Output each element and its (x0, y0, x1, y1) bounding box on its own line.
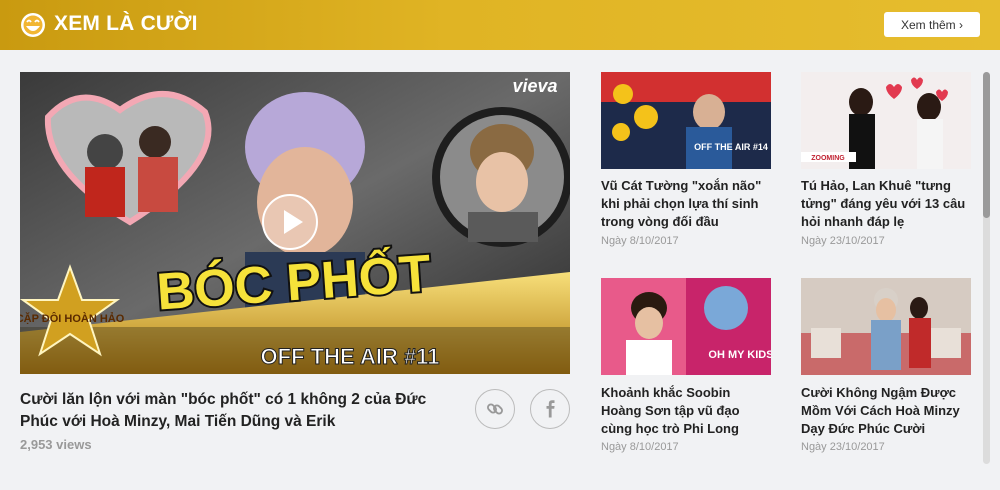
video-title-2[interactable]: Tú Hảo, Lan Khuê "tưng tửng" đáng yêu vớ… (801, 177, 973, 231)
thumb-caption-1: OFF THE AIR #14 (694, 142, 768, 152)
thumb-caption-3: OH MY KIDS (708, 349, 771, 361)
video-date-2: Ngày 23/10/2017 (801, 235, 885, 247)
video-thumbnail-1[interactable]: OFF THE AIR #14 (601, 72, 771, 169)
video-title-3[interactable]: Khoảnh khắc Soobin Hoàng Sơn tập vũ đạo … (601, 384, 773, 438)
facebook-icon (546, 400, 555, 418)
video-date-1: Ngày 8/10/2017 (601, 235, 679, 247)
video-date-4: Ngày 23/10/2017 (801, 441, 885, 453)
section-header: XEM LÀ CƯỜI Xem thêm › (0, 0, 1000, 50)
featured-video-thumbnail[interactable]: BÓC PHỐT OFF THE AIR #11 vieva CẶP ĐÔI H… (20, 72, 570, 374)
video-title-1[interactable]: Vũ Cát Tường "xoắn não" khi phải chọn lự… (601, 177, 773, 231)
share-facebook-button[interactable] (530, 389, 570, 429)
section-title: XEM LÀ CƯỜI (54, 12, 198, 35)
video-thumbnail-2[interactable]: ZOOMING (801, 72, 971, 169)
thumb-brand: vieva (512, 76, 557, 96)
thumb-caption-2: ZOOMING (811, 155, 845, 162)
laughing-face-icon (21, 13, 45, 37)
scrollbar-track[interactable] (983, 72, 990, 464)
video-title-4[interactable]: Cười Không Ngậm Được Mồm Với Cách Hoà Mi… (801, 384, 973, 438)
thumb-badge: CẶP ĐÔI HOÀN HẢO (20, 312, 125, 325)
link-icon (487, 403, 503, 415)
see-more-button[interactable]: Xem thêm › (884, 12, 980, 37)
copy-link-button[interactable] (475, 389, 515, 429)
featured-video-title[interactable]: Cười lăn lộn với màn "bóc phốt" có 1 khô… (20, 389, 460, 433)
video-thumbnail-4[interactable] (801, 278, 971, 375)
video-thumbnail-3[interactable]: OH MY KIDS (601, 278, 771, 375)
thumb-subtitle: OFF THE AIR #11 (261, 344, 440, 369)
featured-video-views: 2,953 views (20, 437, 92, 452)
scrollbar-thumb[interactable] (983, 72, 990, 218)
video-date-3: Ngày 8/10/2017 (601, 441, 679, 453)
